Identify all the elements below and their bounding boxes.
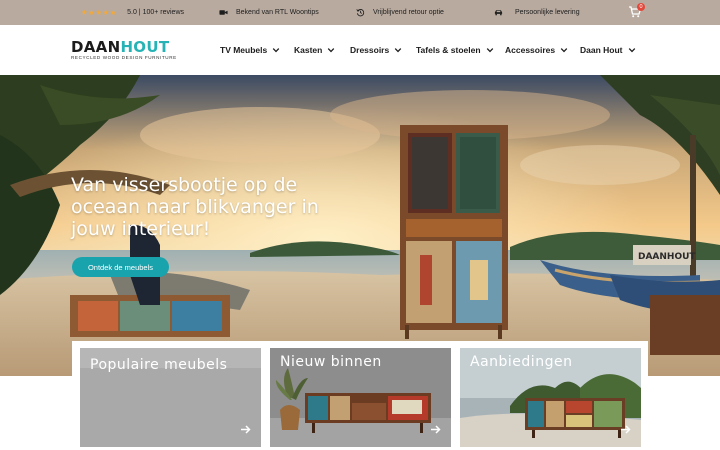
nav-label: Kasten <box>294 45 323 55</box>
nav-label: Tafels & stoelen <box>416 45 481 55</box>
cart-count-badge: 0 <box>637 3 645 11</box>
usp-rtl: Bekend van RTL Woontips <box>219 0 319 25</box>
usp-retour: Vrijblijvend retour optie <box>356 0 444 25</box>
chevron-down-icon <box>394 48 402 53</box>
boat-name-text: DAANHOUT <box>638 252 696 262</box>
nav-label: TV Meubels <box>220 45 268 55</box>
nav-label: Daan Hout <box>580 45 623 55</box>
card-title: Populaire meubels <box>90 357 228 373</box>
rating-stars: ★★★★★ <box>81 8 118 17</box>
arrow-right-icon <box>241 425 251 434</box>
logo-hout: HOUT <box>120 38 170 56</box>
return-history-icon <box>356 8 365 17</box>
chevron-down-icon <box>486 48 493 53</box>
video-camera-icon <box>219 10 228 15</box>
nav-accessoires[interactable]: Accessoires <box>505 25 568 75</box>
chevron-down-icon <box>560 48 568 53</box>
arrow-right-icon <box>431 425 441 434</box>
nav-label: Accessoires <box>505 45 556 55</box>
nav-kasten[interactable]: Kasten <box>294 25 335 75</box>
card-populaire-meubels[interactable]: Populaire meubels <box>80 348 261 447</box>
hero-title: Van vissersbootje op de oceaan naar blik… <box>71 174 319 240</box>
chevron-down-icon <box>328 48 335 53</box>
logo-tagline: RECYCLED WOOD DESIGN FURNITURE <box>71 55 177 60</box>
nav-daan-hout[interactable]: Daan Hout <box>580 25 636 75</box>
card-title: Aanbiedingen <box>470 354 573 370</box>
logo-daan: DAAN <box>71 38 121 56</box>
discover-furniture-button[interactable]: Ontdek de meubels <box>72 257 169 277</box>
usp-delivery: Persoonlijke levering <box>494 0 580 25</box>
logo[interactable]: DAANHOUT RECYCLED WOOD DESIGN FURNITURE <box>71 38 177 61</box>
nav-label: Dressoirs <box>350 45 390 55</box>
chevron-down-icon <box>628 48 635 53</box>
hero-banner: DAANHOUT Van vissersbootje op de oceaan … <box>0 75 720 376</box>
nav-tv-meubels[interactable]: TV Meubels <box>220 25 280 75</box>
rating[interactable]: ★★★★★ 5.0 | 100+ reviews <box>81 0 184 25</box>
car-icon <box>494 10 503 16</box>
usp-retour-text: Vrijblijvend retour optie <box>373 9 444 16</box>
top-info-bar: ★★★★★ 5.0 | 100+ reviews Bekend van RTL … <box>0 0 720 25</box>
nav-dressoirs[interactable]: Dressoirs <box>350 25 402 75</box>
card-nieuw-binnen[interactable]: Nieuw binnen <box>270 348 451 447</box>
rating-text: 5.0 | 100+ reviews <box>127 9 185 16</box>
arrow-right-icon <box>621 425 631 434</box>
usp-delivery-text: Persoonlijke levering <box>515 9 580 16</box>
nav-tafels-stoelen[interactable]: Tafels & stoelen <box>416 25 494 75</box>
card-aanbiedingen[interactable]: Aanbiedingen <box>460 348 641 447</box>
card-title: Nieuw binnen <box>280 354 382 370</box>
usp-rtl-text: Bekend van RTL Woontips <box>236 9 319 16</box>
chevron-down-icon <box>272 48 280 53</box>
